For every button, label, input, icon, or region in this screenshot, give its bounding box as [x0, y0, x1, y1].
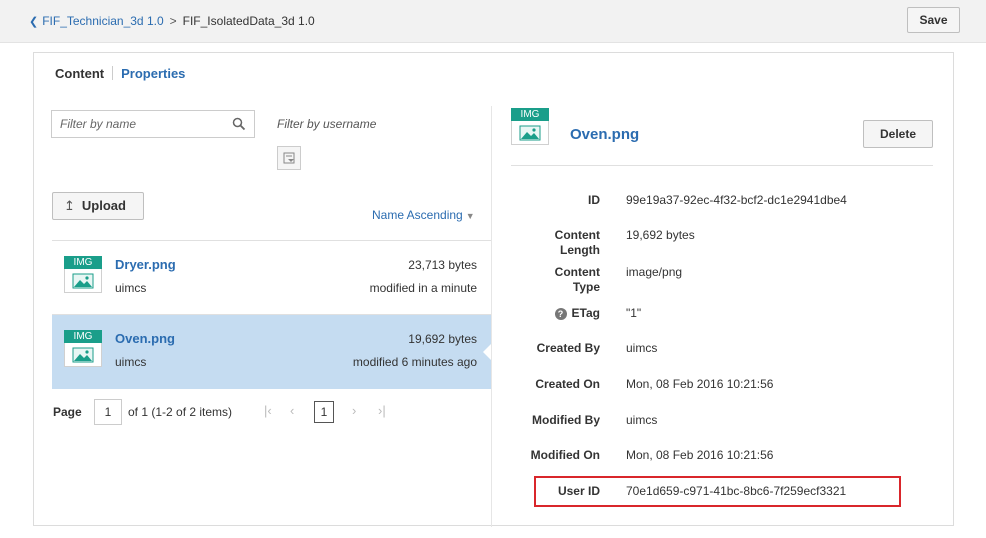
file-size: 19,692 bytes: [408, 332, 477, 346]
prop-value-content-type: image/png: [626, 265, 683, 279]
prop-label-created-on: Created On: [535, 377, 600, 391]
user-id-highlight: [534, 476, 901, 507]
tab-properties[interactable]: Properties: [121, 66, 185, 81]
detail-thumbnail: IMG: [511, 108, 549, 145]
prop-label-id: ID: [588, 193, 600, 207]
prop-value-etag: "1": [626, 306, 642, 320]
file-size: 23,713 bytes: [408, 258, 477, 272]
file-thumbnail: IMG: [64, 256, 102, 293]
file-thumbnail: IMG: [64, 330, 102, 367]
prop-label-etag-text: ETag: [571, 306, 600, 320]
filter-by-name-input[interactable]: [52, 111, 222, 137]
save-button[interactable]: Save: [907, 7, 960, 33]
prop-label-created-by: Created By: [536, 341, 600, 355]
search-icon[interactable]: [232, 117, 246, 131]
prop-value-created-on: Mon, 08 Feb 2016 10:21:56: [626, 377, 774, 391]
next-page-icon[interactable]: ›: [352, 403, 356, 418]
image-icon: [64, 343, 102, 367]
filter-by-username-button[interactable]: [277, 146, 301, 170]
image-icon: [64, 269, 102, 293]
upload-icon: ↥: [64, 198, 75, 213]
breadcrumb-separator: >: [169, 14, 177, 28]
prop-label-modified-on: Modified On: [530, 448, 600, 462]
first-page-icon[interactable]: |‹: [264, 403, 272, 418]
filter-icon: [283, 152, 295, 164]
file-name[interactable]: Oven.png: [115, 331, 175, 346]
file-name[interactable]: Dryer.png: [115, 257, 176, 272]
last-page-icon[interactable]: ›|: [378, 403, 386, 418]
prop-value-content-length: 19,692 bytes: [626, 228, 695, 242]
file-type-badge: IMG: [64, 330, 102, 343]
tab-divider: [112, 66, 114, 80]
page-label: Page: [53, 405, 82, 419]
prop-label-content-length: Content Length: [554, 228, 600, 257]
detail-title: Oven.png: [570, 126, 640, 143]
top-bar: ❮ FIF_Technician_3d 1.0 > FIF_IsolatedData_…: [0, 0, 986, 43]
upload-label: Upload: [81, 198, 126, 213]
panel-divider: [491, 106, 492, 527]
file-modified: modified 6 minutes ago: [352, 355, 477, 369]
image-icon: [511, 121, 549, 145]
filter-by-username-label: Filter by username: [277, 117, 377, 131]
prop-value-id: 99e19a37-92ec-4f32-bcf2-dc1e2941dbe4: [626, 193, 847, 207]
upload-button[interactable]: ↥ Upload: [52, 192, 144, 220]
chevron-left-icon[interactable]: ❮: [29, 16, 38, 28]
current-page-button[interactable]: 1: [314, 401, 334, 423]
prop-value-created-by: uimcs: [626, 341, 658, 355]
file-owner: uimcs: [115, 355, 147, 369]
breadcrumb-current: FIF_IsolatedData_3d 1.0: [182, 14, 315, 28]
detail-divider: [511, 165, 933, 166]
file-type-badge: IMG: [64, 256, 102, 269]
breadcrumb: ❮ FIF_Technician_3d 1.0 > FIF_IsolatedData_…: [29, 14, 315, 28]
file-list-item-oven[interactable]: IMG Oven.png uimcs 19,692 bytes modified…: [52, 315, 492, 389]
breadcrumb-parent-link[interactable]: FIF_Technician_3d 1.0: [42, 14, 163, 28]
content-panel: Content Properties Filter by username ↥ Up…: [33, 52, 954, 527]
file-modified: modified in a minute: [369, 281, 477, 295]
file-type-badge: IMG: [511, 108, 549, 121]
prop-value-modified-by: uimcs: [626, 413, 658, 427]
tab-content[interactable]: Content: [55, 66, 104, 81]
prev-page-icon[interactable]: ‹: [290, 403, 294, 418]
page-number-input[interactable]: [94, 399, 122, 425]
prop-value-modified-on: Mon, 08 Feb 2016 10:21:56: [626, 448, 774, 462]
prop-label-content-type: Content Type: [554, 265, 600, 294]
file-owner: uimcs: [115, 281, 147, 295]
delete-button[interactable]: Delete: [863, 120, 933, 148]
filter-by-name-field: [51, 110, 255, 138]
prop-label-modified-by: Modified By: [532, 413, 600, 427]
file-list-item-dryer[interactable]: IMG Dryer.png uimcs 23,713 bytes modifie…: [52, 241, 491, 315]
caret-down-icon: ▼: [465, 211, 475, 221]
page-count-text: of 1 (1-2 of 2 items): [128, 405, 233, 419]
sort-label: Name Ascending: [372, 208, 463, 222]
tab-bar: Content Properties: [55, 66, 185, 81]
prop-label-etag: ? ETag: [554, 306, 600, 321]
help-icon[interactable]: ?: [554, 308, 567, 320]
sort-dropdown[interactable]: Name Ascending ▼: [372, 208, 475, 222]
